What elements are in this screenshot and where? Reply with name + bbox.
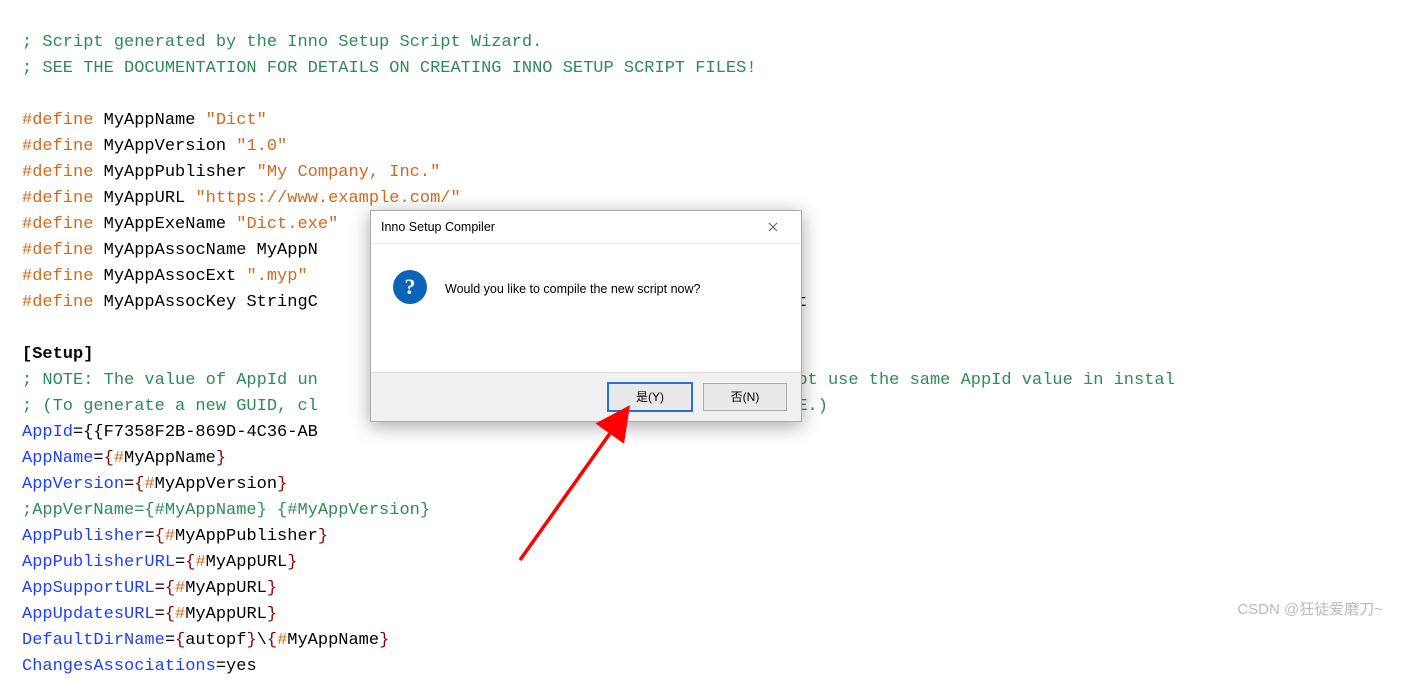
dialog-title: Inno Setup Compiler xyxy=(381,214,495,240)
dialog-button-row: 是(Y) 否(N) xyxy=(371,372,801,421)
close-icon xyxy=(768,222,778,232)
define-kw: #define xyxy=(22,111,93,130)
close-button[interactable] xyxy=(751,213,795,241)
no-button[interactable]: 否(N) xyxy=(703,383,787,411)
comment-line: ; SEE THE DOCUMENTATION FOR DETAILS ON C… xyxy=(22,59,757,78)
confirm-dialog: Inno Setup Compiler ? Would you like to … xyxy=(370,210,802,422)
section-header: [Setup] xyxy=(22,345,93,364)
comment-line: ; Script generated by the Inno Setup Scr… xyxy=(22,33,542,52)
question-icon: ? xyxy=(393,270,427,304)
dialog-titlebar[interactable]: Inno Setup Compiler xyxy=(371,211,801,244)
yes-button[interactable]: 是(Y) xyxy=(607,382,693,412)
watermark-text: CSDN @狂徒爱磨刀~ xyxy=(1237,597,1383,623)
dialog-message: Would you like to compile the new script… xyxy=(445,270,700,304)
